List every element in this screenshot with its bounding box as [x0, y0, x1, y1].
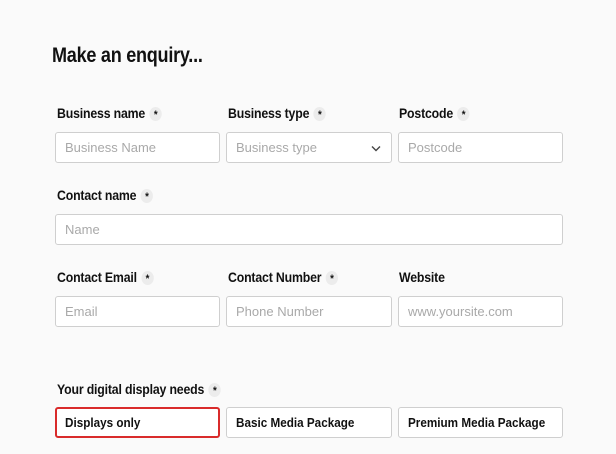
required-marker: * — [457, 107, 470, 122]
business-type-label: Business type * — [228, 104, 326, 122]
required-marker: * — [149, 107, 162, 122]
option-label: Basic Media Package — [236, 415, 355, 430]
required-marker: * — [140, 189, 154, 204]
business-type-select[interactable]: Business type — [226, 132, 392, 163]
contact-email-label: Contact Email * — [57, 268, 154, 286]
contact-number-input[interactable] — [226, 296, 392, 327]
business-type-placeholder: Business type — [236, 140, 317, 155]
postcode-input[interactable] — [398, 132, 563, 163]
contact-number-label-text: Contact Number — [228, 269, 322, 285]
option-label: Premium Media Package — [408, 415, 546, 430]
contact-email-input[interactable] — [55, 296, 220, 327]
option-basic-media-package[interactable]: Basic Media Package — [226, 407, 392, 438]
business-name-label: Business name * — [57, 104, 162, 122]
contact-email-label-text: Contact Email — [57, 269, 137, 285]
website-input[interactable] — [398, 296, 563, 327]
website-label: Website — [399, 269, 445, 285]
chevron-down-icon — [371, 145, 381, 151]
required-marker: * — [141, 271, 154, 286]
required-marker: * — [313, 107, 326, 122]
required-marker: * — [325, 271, 339, 286]
contact-name-label: Contact name * — [57, 186, 154, 204]
contact-number-label: Contact Number * — [228, 268, 339, 286]
business-name-label-text: Business name — [57, 105, 146, 121]
business-type-label-text: Business type — [228, 105, 310, 121]
display-needs-label-text: Your digital display needs — [57, 381, 205, 397]
postcode-label: Postcode * — [399, 104, 470, 122]
required-marker: * — [208, 383, 221, 398]
display-needs-label: Your digital display needs * — [57, 380, 221, 398]
option-premium-media-package[interactable]: Premium Media Package — [398, 407, 563, 438]
contact-name-input[interactable] — [55, 214, 563, 245]
business-name-input[interactable] — [55, 132, 220, 163]
contact-name-label-text: Contact name — [57, 187, 137, 203]
page-title: Make an enquiry... — [52, 44, 203, 67]
option-label: Displays only — [65, 415, 141, 430]
option-displays-only[interactable]: Displays only — [55, 407, 220, 438]
enquiry-form: Make an enquiry... Business name * Busine… — [0, 0, 616, 454]
postcode-label-text: Postcode — [399, 105, 454, 121]
